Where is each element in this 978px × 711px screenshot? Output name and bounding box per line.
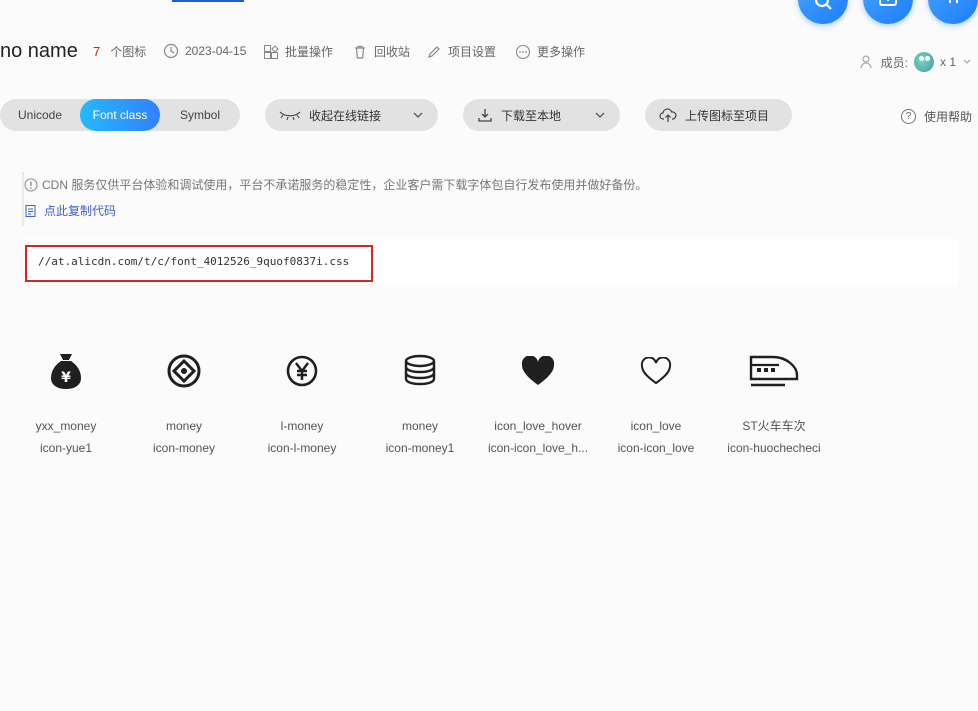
- download-button[interactable]: 下载至本地: [463, 99, 620, 131]
- settings-label: 项目设置: [448, 45, 497, 59]
- chevron-down-icon: [595, 112, 605, 118]
- online-link-label: 收起在线链接: [309, 108, 382, 123]
- icon-name: money: [165, 419, 203, 433]
- date-text: 2023-04-15: [185, 44, 247, 58]
- icon-name: yxx_money: [35, 419, 97, 433]
- money-bag-icon: ¥: [51, 354, 81, 389]
- coin-stack-icon: [404, 354, 436, 386]
- icon-card[interactable]: ¥ yxx_money icon-yue1: [7, 346, 125, 458]
- avatar: [913, 52, 934, 72]
- info-icon: [24, 178, 38, 191]
- batch-grid-icon: [264, 44, 279, 59]
- format-segmented-control[interactable]: Unicode Font class Symbol: [0, 99, 240, 131]
- icon-name: l-money: [280, 419, 324, 433]
- members-icon: [860, 55, 872, 69]
- batch-label: 批量操作: [285, 45, 334, 59]
- add-box-icon: [879, 0, 897, 6]
- icon-count-suffix: 个图标: [110, 45, 147, 59]
- recycle-label: 回收站: [374, 45, 411, 59]
- batch-operation-button[interactable]: 批量操作: [263, 43, 333, 60]
- notice-text: CDN 服务仅供平台体验和调试使用，平台不承诺服务的稳定性，企业客户需下载字体包…: [42, 178, 648, 192]
- question-icon: ?: [900, 109, 916, 124]
- project-title: no name: [0, 40, 78, 62]
- add-icon-button[interactable]: [863, 0, 913, 24]
- coin-ring-icon: [167, 354, 201, 388]
- icon-count: 7 个图标: [93, 43, 146, 60]
- icon-card[interactable]: money icon-money1: [361, 346, 479, 458]
- copy-code-link[interactable]: 点此复制代码: [24, 202, 116, 219]
- tab-unicode[interactable]: Unicode: [0, 99, 80, 131]
- copy-label: 点此复制代码: [44, 204, 117, 218]
- chevron-down-icon: [413, 112, 423, 118]
- tab-font-class[interactable]: Font class: [80, 99, 160, 131]
- project-date: 2023-04-15: [163, 43, 246, 59]
- icon-name: money: [401, 419, 439, 433]
- clock-icon: [163, 43, 179, 59]
- search-button[interactable]: [798, 0, 848, 24]
- cdn-notice: CDN 服务仅供平台体验和调试使用，平台不承诺服务的稳定性，企业客户需下载字体包…: [24, 176, 647, 193]
- eye-closed-icon: [279, 111, 301, 121]
- icon-class: icon-icon_love: [617, 441, 695, 455]
- members[interactable]: 成员: x 1: [859, 52, 972, 72]
- icon-card[interactable]: icon_love icon-icon_love: [597, 346, 715, 458]
- icon-class: icon-money1: [385, 441, 455, 455]
- icon-name: ST火车车次: [742, 419, 806, 433]
- icon-class: icon-money: [152, 441, 216, 455]
- icon-class: icon-l-money: [267, 441, 337, 455]
- icon-class: icon-yue1: [39, 441, 93, 455]
- icon-card[interactable]: l-money icon-l-money: [243, 346, 361, 458]
- icon-name: icon_love: [630, 419, 682, 433]
- more-dots-icon: [515, 44, 531, 59]
- icon-card[interactable]: ST火车车次 icon-huochecheci: [715, 346, 833, 458]
- sort-arrows-icon: [949, 0, 958, 3]
- icon-class: icon-icon_love_h...: [487, 441, 589, 455]
- yen-circle-icon: [286, 355, 318, 387]
- help-label: 使用帮助: [923, 110, 972, 124]
- project-settings-button[interactable]: 项目设置: [426, 43, 496, 60]
- collapse-online-link-button[interactable]: 收起在线链接: [265, 99, 438, 131]
- icon-count-number: 7: [93, 44, 101, 59]
- icon-class: icon-huochecheci: [727, 441, 821, 455]
- icon-name: icon_love_hover: [494, 419, 582, 433]
- heart-filled-icon: [521, 356, 555, 385]
- heart-outline-icon: [640, 357, 672, 385]
- more-actions-button[interactable]: 更多操作: [515, 43, 585, 60]
- cloud-upload-icon: [659, 108, 677, 122]
- members-count: x 1: [939, 55, 956, 69]
- svg-text:¥: ¥: [61, 370, 71, 386]
- more-label: 更多操作: [537, 45, 586, 59]
- search-icon: [814, 0, 832, 10]
- upload-label: 上传图标至项目: [685, 108, 770, 123]
- chevron-down-icon: [963, 59, 971, 64]
- recycle-bin-button[interactable]: 回收站: [352, 43, 410, 60]
- trash-icon: [355, 45, 365, 59]
- pencil-icon: [428, 45, 440, 58]
- icon-card[interactable]: money icon-money: [125, 346, 243, 458]
- copy-icon: [25, 204, 36, 217]
- members-label: 成员:: [880, 55, 908, 70]
- download-label: 下载至本地: [501, 108, 562, 123]
- upload-icons-button[interactable]: 上传图标至项目: [645, 99, 792, 131]
- help-link[interactable]: ? 使用帮助: [900, 108, 972, 125]
- icon-card[interactable]: icon_love_hover icon-icon_love_h...: [479, 346, 597, 458]
- tab-symbol[interactable]: Symbol: [160, 99, 240, 131]
- css-url[interactable]: //at.alicdn.com/t/c/font_4012526_9quof08…: [38, 255, 349, 268]
- train-icon: [749, 355, 799, 387]
- sort-button[interactable]: [928, 0, 978, 24]
- download-icon: [478, 109, 492, 122]
- top-link-underline: [172, 0, 244, 2]
